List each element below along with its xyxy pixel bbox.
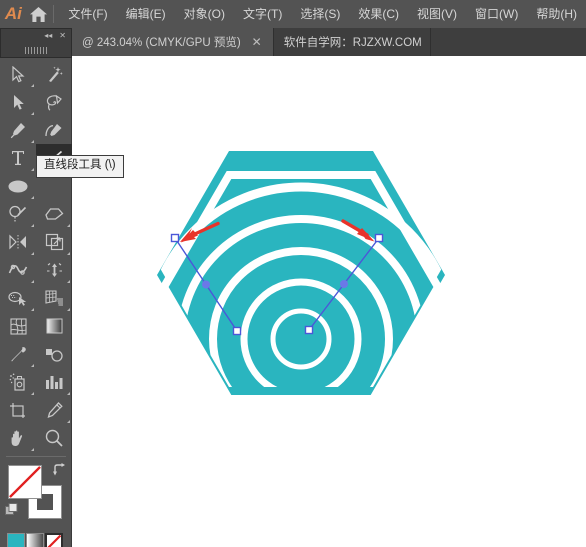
anchor-point-left-end[interactable] [232,326,242,336]
flyout-indicator [31,196,34,199]
rotate-tool-icon[interactable] [0,228,36,256]
menu-select[interactable]: 选择(S) [291,3,349,25]
ai-logo: Ai [4,4,22,23]
hand-tool-icon[interactable] [0,424,36,452]
flyout-indicator [31,308,34,311]
menu-divider [52,5,54,23]
menu-effect[interactable]: 效果(C) [349,3,408,25]
swap-fill-stroke-icon[interactable] [52,463,66,477]
tool-grid [0,60,72,452]
blend-tool-icon[interactable] [36,340,72,368]
menu-help[interactable]: 帮助(H) [527,3,586,25]
flyout-indicator [67,308,70,311]
tools-panel [0,58,72,547]
menu-object[interactable]: 对象(O) [175,3,234,25]
flyout-indicator [31,280,34,283]
menu-bar: Ai 文件(F) 编辑(E) 对象(O) 文字(T) 选择(S) 效果(C) 视… [0,0,586,28]
eyedropper-tool-icon[interactable] [0,340,36,368]
lasso-tool-icon[interactable] [36,88,72,116]
scale-tool-icon[interactable] [36,228,72,256]
direct-selection-tool-icon[interactable] [0,88,36,116]
anchor-point-left-start[interactable] [170,233,180,243]
pen-tool-icon[interactable] [0,116,36,144]
flyout-indicator [31,364,34,367]
close-panel-icon[interactable]: ✕ [59,32,66,40]
shape-builder-tool-icon[interactable] [0,284,36,312]
fill-swatch[interactable] [8,465,42,499]
eraser-tool-icon[interactable] [36,200,72,228]
artwork-svg [157,151,445,403]
collapsed-panel-stub[interactable]: ◂◂ ✕ [0,28,72,58]
flyout-indicator [31,392,34,395]
document-tab-title: @ 243.04% (CMYK/GPU 预览) [82,37,241,49]
free-transform-tool-icon[interactable] [36,256,72,284]
none-mode-button[interactable] [45,533,63,547]
flyout-indicator [31,168,34,171]
collapse-panel-icon[interactable]: ◂◂ [44,32,52,40]
flyout-indicator [31,112,34,115]
tool-tooltip: 直线段工具 (\) [36,155,124,178]
flyout-indicator [31,224,34,227]
document-tab-bar: @ 243.04% (CMYK/GPU 预览) ✕ 软件自学网：RJZXW.CO… [0,28,586,56]
menu-file[interactable]: 文件(F) [59,3,116,25]
illustrator-window: Ai 文件(F) 编辑(E) 对象(O) 文字(T) 选择(S) 效果(C) 视… [0,0,586,547]
flyout-indicator [31,252,34,255]
width-tool-icon[interactable] [0,256,36,284]
flyout-indicator [67,280,70,283]
gradient-mode-button[interactable] [26,533,44,547]
selection-tool-icon[interactable] [0,60,36,88]
flyout-indicator [67,420,70,423]
menu-edit[interactable]: 编辑(E) [117,3,175,25]
artboard-tool-icon[interactable] [0,396,36,424]
toolbar-divider [6,456,66,457]
menu-type[interactable]: 文字(T) [234,3,291,25]
column-graph-tool-icon[interactable] [36,368,72,396]
gradient-tool-icon[interactable] [36,312,72,340]
watermark-label: 软件自学网：RJZXW.COM [283,37,422,49]
panel-drag-handle[interactable] [1,43,71,57]
curvature-tool-icon[interactable] [36,116,72,144]
flyout-indicator [67,224,70,227]
anchor-point-right-end[interactable] [304,325,314,335]
flyout-indicator [67,252,70,255]
none-diagonal-icon [9,466,41,498]
menu-view[interactable]: 视图(V) [408,3,466,25]
zoom-tool-icon[interactable] [36,424,72,452]
slice-tool-icon[interactable] [36,396,72,424]
fill-stroke-controls [0,461,72,529]
symbol-sprayer-tool-icon[interactable] [0,368,36,396]
flyout-indicator [31,84,34,87]
color-mode-row [0,531,71,547]
perspective-grid-tool-icon[interactable] [36,284,72,312]
color-mode-button[interactable] [7,533,25,547]
document-tab-watermark[interactable]: 软件自学网：RJZXW.COM [273,28,431,56]
anchor-point-right-start[interactable] [374,233,384,243]
panel-stub-titlebar: ◂◂ ✕ [1,29,71,43]
menu-item-list: 文件(F) 编辑(E) 对象(O) 文字(T) 选择(S) 效果(C) 视图(V… [59,3,586,25]
flyout-indicator [31,140,34,143]
flyout-indicator [67,392,70,395]
document-tab-active[interactable]: @ 243.04% (CMYK/GPU 预览) ✕ [72,28,274,56]
segment-midpoint-left[interactable] [202,280,210,289]
home-icon[interactable] [27,0,51,28]
magic-wand-tool-icon[interactable] [36,60,72,88]
flyout-indicator [31,448,34,451]
default-fill-stroke-icon[interactable] [5,503,18,516]
close-icon[interactable]: ✕ [249,36,265,48]
segment-midpoint-right[interactable] [340,280,348,288]
tabbar-spacer [430,28,586,56]
type-tool-icon[interactable] [0,144,36,172]
artboard-canvas[interactable] [72,56,586,547]
none-diagonal-icon [47,535,61,547]
grip-lines-icon [25,46,47,54]
ellipse-tool-icon[interactable] [0,172,36,200]
mesh-tool-icon[interactable] [0,312,36,340]
menu-window[interactable]: 窗口(W) [466,3,527,25]
paintbrush-tool-icon[interactable] [0,200,36,228]
hexagon-ripple-artwork [157,151,445,403]
